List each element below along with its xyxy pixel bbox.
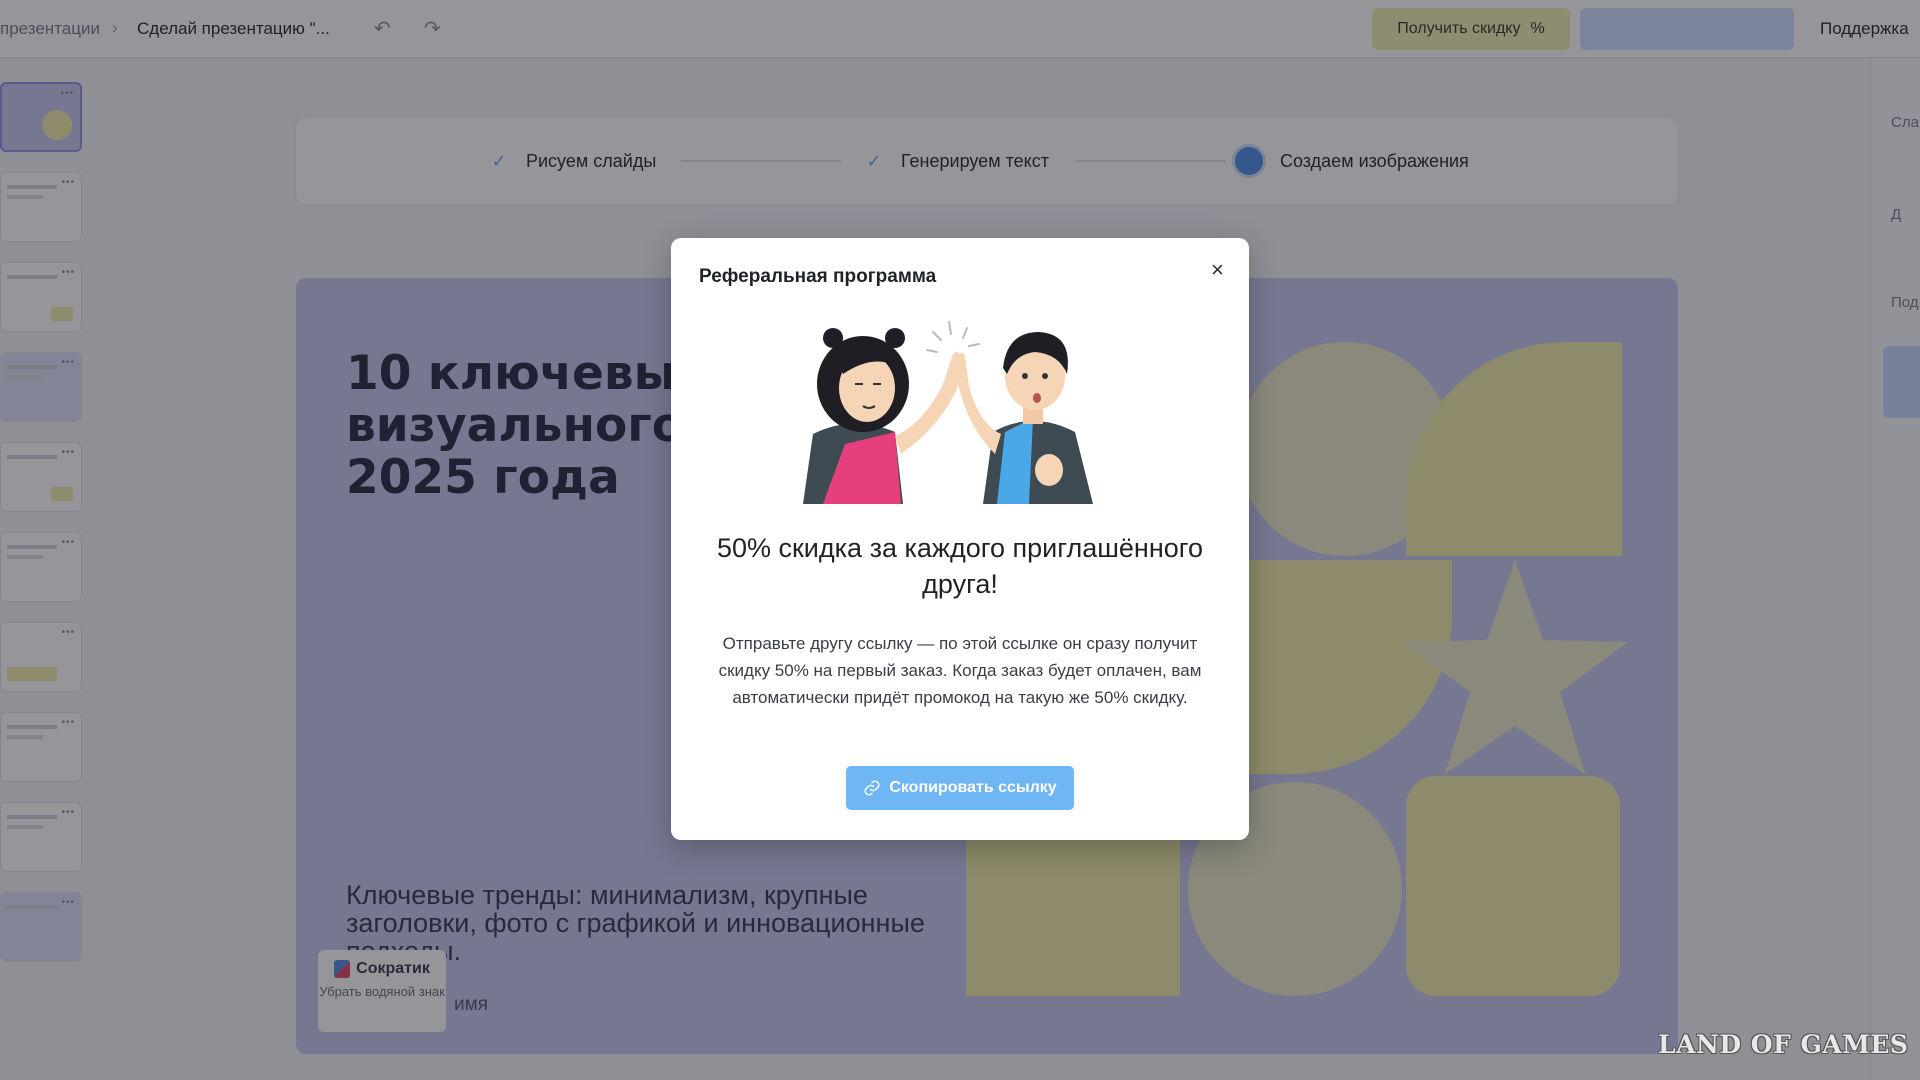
link-icon	[864, 780, 880, 796]
referral-heading: 50% скидка за каждого приглашённого друг…	[716, 533, 1204, 599]
high-five-illustration	[803, 321, 1093, 504]
copy-link-button[interactable]: Скопировать ссылку	[846, 766, 1074, 810]
modal-title: Реферальная программа	[699, 266, 937, 287]
corner-watermark: LAND OF GAMES	[1658, 1030, 1909, 1059]
boy-figure	[957, 332, 1093, 504]
close-icon[interactable]: ×	[1211, 258, 1224, 282]
referral-modal: Реферальная программа × 50% скидка за ка…	[671, 238, 1249, 840]
referral-description: Отправьте другу ссылку — по этой ссылке …	[718, 634, 1202, 707]
sparkle-icon	[926, 321, 980, 353]
girl-figure	[803, 328, 961, 504]
copy-link-label: Скопировать ссылку	[889, 779, 1057, 796]
